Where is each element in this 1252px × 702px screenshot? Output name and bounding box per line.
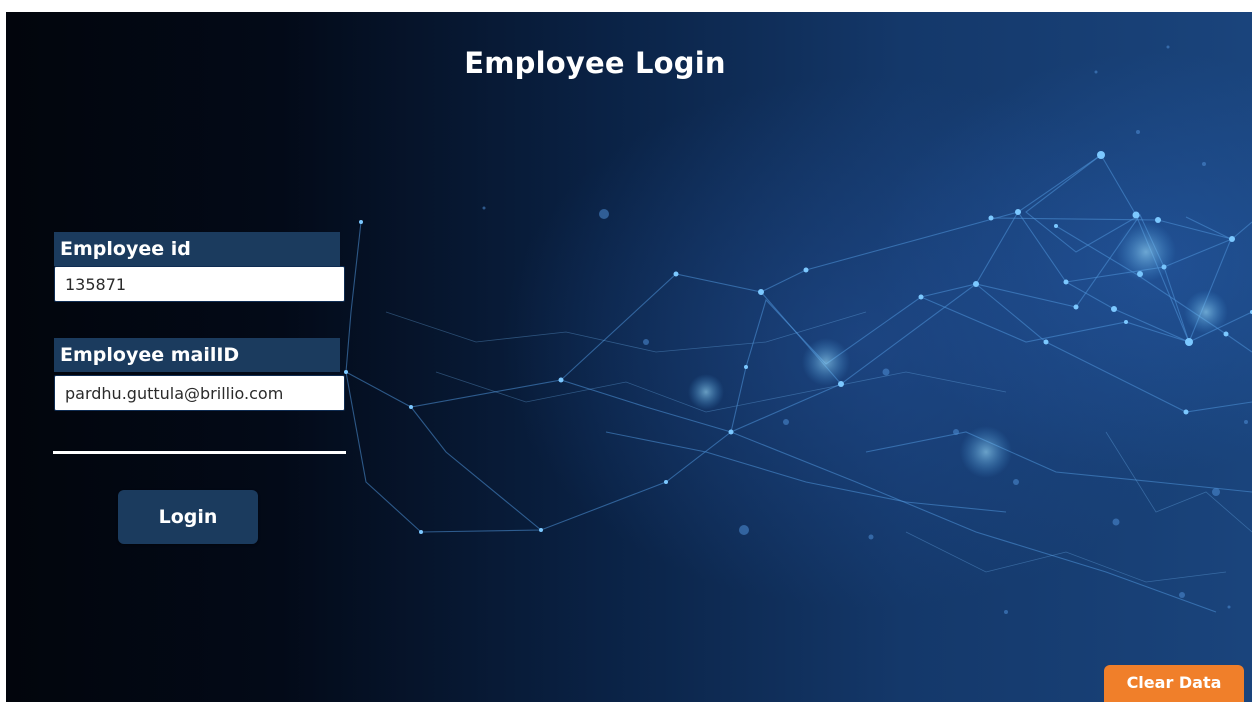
clear-data-button[interactable]: Clear Data <box>1104 665 1244 702</box>
login-screen: Employee Login Employee id Employee mail… <box>6 12 1252 702</box>
employee-mail-input[interactable] <box>54 375 345 411</box>
employee-id-label: Employee id <box>54 232 340 266</box>
page-title: Employee Login <box>464 46 726 80</box>
form-divider <box>53 451 346 454</box>
login-button[interactable]: Login <box>118 490 258 544</box>
employee-id-input[interactable] <box>54 266 345 302</box>
employee-mail-label: Employee mailID <box>54 338 340 372</box>
